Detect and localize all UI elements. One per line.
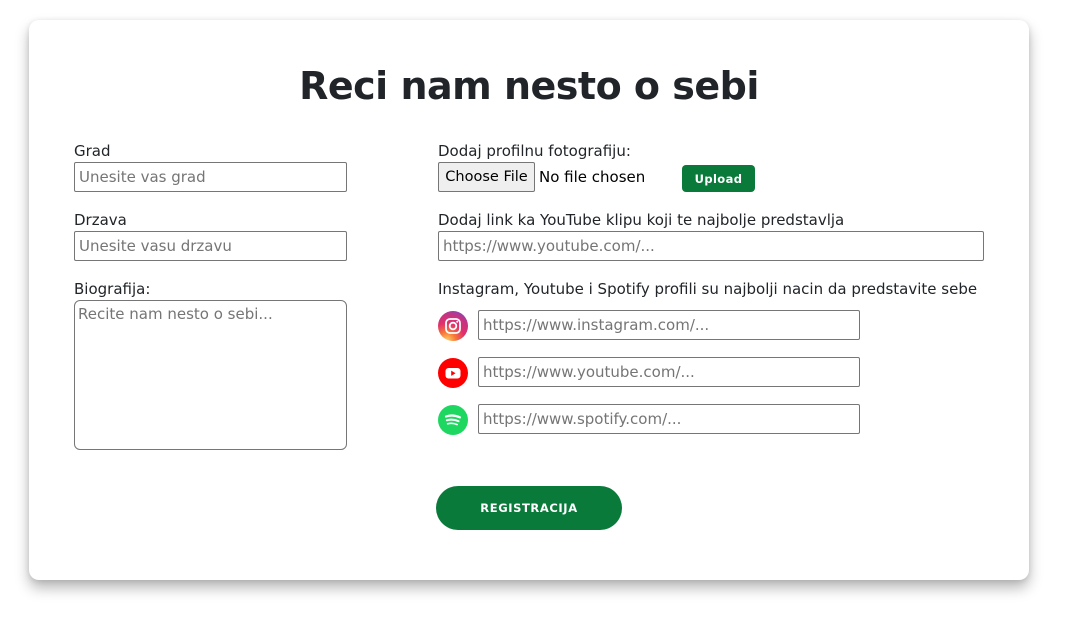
youtube-profile-input[interactable] [478,357,860,387]
youtube-video-input[interactable] [438,231,984,261]
city-label: Grad [74,142,111,160]
country-label: Drzava [74,211,127,229]
bio-label: Biografija: [74,280,151,298]
youtube-icon [438,358,468,388]
bio-textarea[interactable] [74,300,347,450]
no-file-status: No file chosen [539,168,646,186]
upload-button[interactable]: Upload [682,165,755,192]
country-input[interactable] [74,231,347,261]
social-label: Instagram, Youtube i Spotify profili su … [438,280,978,298]
spotify-icon [438,405,468,435]
instagram-icon [438,311,468,341]
photo-label: Dodaj profilnu fotografiju: [438,142,631,160]
page-title: Reci nam nesto o sebi [299,64,759,108]
choose-file-button[interactable]: Choose File [438,162,535,192]
register-button[interactable]: REGISTRACIJA [436,486,622,530]
city-input[interactable] [74,162,347,192]
instagram-input[interactable] [478,310,860,340]
video-label: Dodaj link ka YouTube klipu koji te najb… [438,211,845,229]
spotify-input[interactable] [478,404,860,434]
